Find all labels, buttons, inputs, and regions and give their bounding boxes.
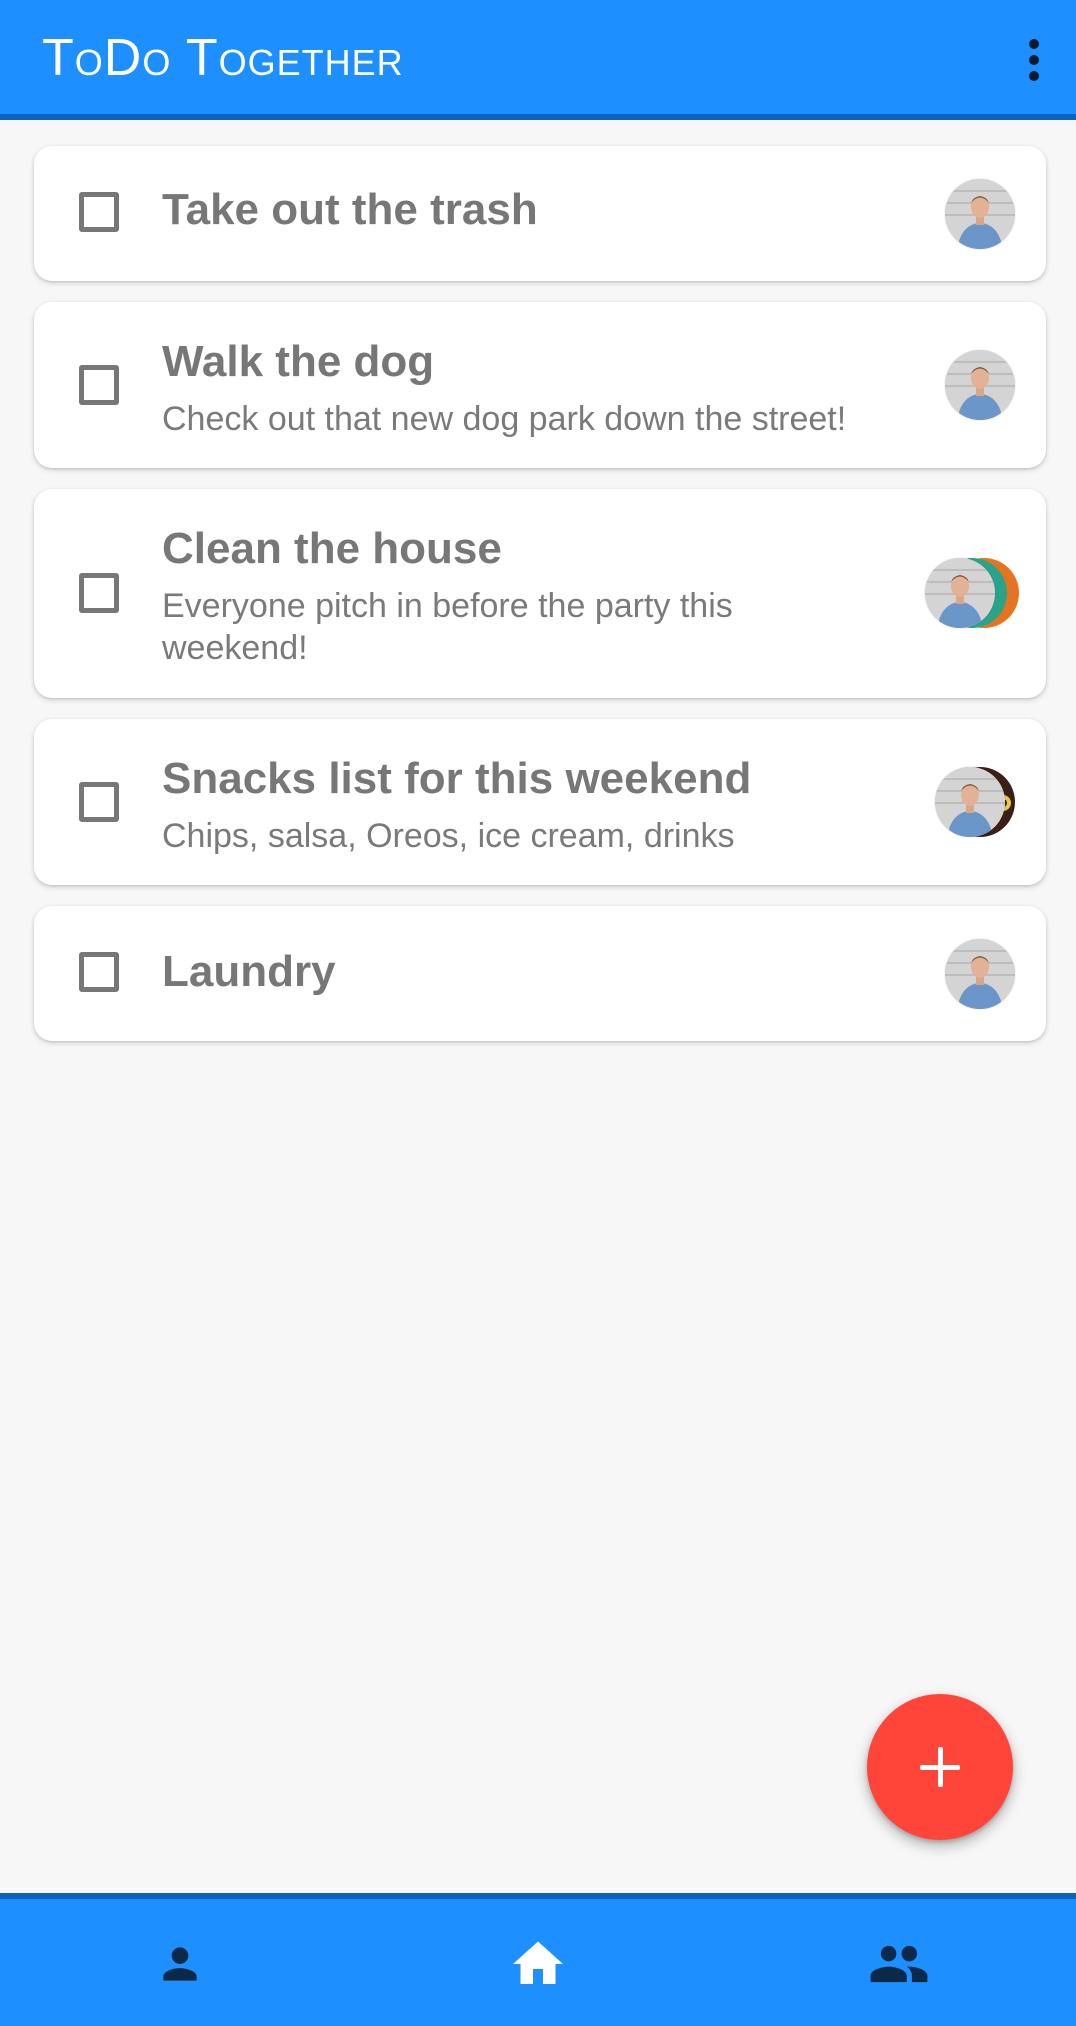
task-title: Laundry: [162, 947, 336, 996]
task-title: Clean the house: [162, 524, 502, 573]
task-checkbox[interactable]: [79, 952, 119, 992]
task-card[interactable]: Clean the house Everyone pitch in before…: [34, 489, 1046, 698]
task-title: Walk the dog: [162, 337, 435, 386]
task-description: Chips, salsa, Oreos, ice cream, drinks: [162, 817, 735, 855]
person-icon: [163, 1947, 197, 1981]
task-checkbox[interactable]: [79, 573, 119, 613]
nav-home[interactable]: [493, 1929, 583, 1999]
task-card[interactable]: Walk the dog Check out that new dog park…: [34, 302, 1046, 468]
task-checkbox[interactable]: [79, 365, 119, 405]
assignee-avatar: [925, 558, 995, 628]
task-description: Check out that new dog park down the str…: [162, 400, 847, 438]
nav-profile[interactable]: [135, 1929, 225, 1999]
app-bar: ToDo Together: [0, 0, 1076, 120]
app-title: ToDo Together: [42, 29, 404, 87]
assignee-avatar[interactable]: [945, 939, 1015, 1009]
assignee-avatar[interactable]: [945, 179, 1015, 249]
home-icon: [513, 1941, 563, 1984]
task-checkbox[interactable]: [79, 192, 119, 232]
task-card[interactable]: Laundry: [34, 906, 1046, 1041]
task-description: Everyone pitch in before the party this …: [162, 587, 733, 667]
task-card[interactable]: Snacks list for this weekend Chips, sals…: [34, 719, 1046, 885]
bottom-nav: [0, 1893, 1076, 2026]
group-icon: [870, 1945, 928, 1983]
assignee-avatar: [935, 767, 1005, 837]
task-card[interactable]: Take out the trash: [34, 146, 1046, 281]
assignee-avatar-stack[interactable]: [935, 767, 1025, 837]
task-checkbox[interactable]: [79, 782, 119, 822]
assignee-avatar-stack[interactable]: [925, 558, 1025, 628]
more-vert-icon[interactable]: [1012, 30, 1056, 90]
task-title: Snacks list for this weekend: [162, 754, 752, 803]
assignee-avatar[interactable]: [945, 350, 1015, 420]
nav-groups[interactable]: [854, 1929, 944, 1999]
task-title: Take out the trash: [162, 185, 538, 234]
add-task-button[interactable]: [867, 1694, 1013, 1840]
